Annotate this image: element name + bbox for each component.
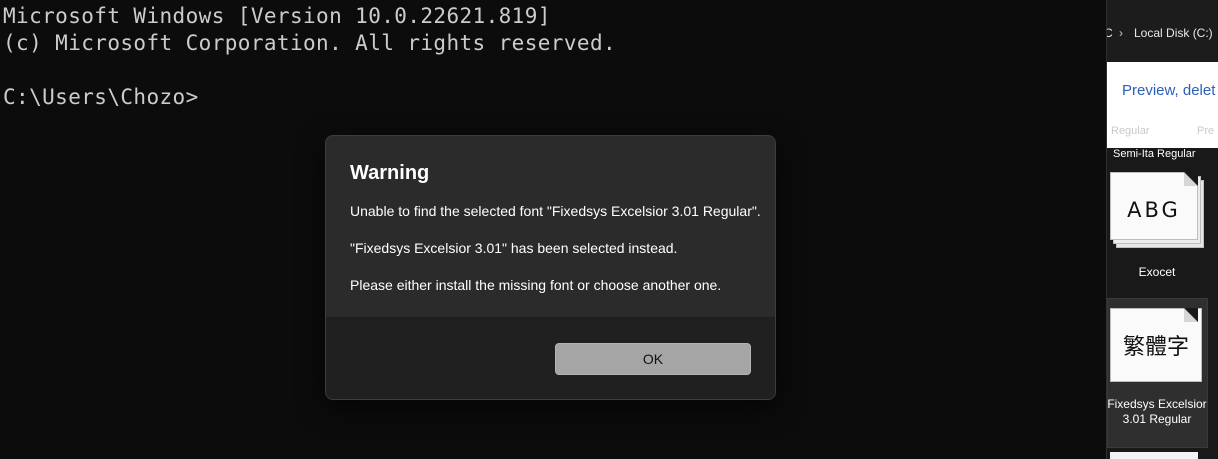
dialog-message-instruction: Please either install the missing font o… [350,277,722,293]
dialog-content: Warning Unable to find the selected font… [326,136,775,317]
font-file-icon[interactable] [1110,452,1198,459]
column-header-preview[interactable]: Pre [1197,125,1214,137]
preview-banner: Preview, delet Regular Pre [1107,62,1218,148]
address-bar[interactable]: C › Local Disk (C:) [1107,0,1218,62]
column-header-regular[interactable]: Regular [1111,125,1150,137]
terminal-prompt[interactable]: C:\Users\Chozo> [3,84,199,111]
font-item-label[interactable]: Fixedsys Excelsior 3.01 Regular [1107,397,1207,427]
chevron-right-icon: › [1119,26,1123,40]
font-sample-text: ABG [1127,198,1181,222]
terminal-copyright-line: (c) Microsoft Corporation. All rights re… [3,31,617,55]
font-item-label[interactable]: Semi-Ita Regular [1113,148,1196,160]
terminal-version-line: Microsoft Windows [Version 10.0.22621.81… [3,4,551,28]
dialog-footer: OK [326,317,775,399]
file-explorer-panel: C › Local Disk (C:) Preview, delet Regul… [1106,0,1218,459]
ok-button[interactable]: OK [555,343,751,375]
breadcrumb-prev[interactable]: C [1107,26,1113,40]
dialog-message-font-substituted: "Fixedsys Excelsior 3.01" has been selec… [350,240,678,256]
dialog-message-font-missing: Unable to find the selected font "Fixeds… [350,203,761,219]
font-sample-text: 繁體字 [1122,335,1189,360]
font-item-label[interactable]: Exocet [1107,265,1207,279]
preview-delete-link[interactable]: Preview, delet [1122,82,1215,99]
breadcrumb-current[interactable]: Local Disk (C:) [1134,26,1213,40]
font-file-icon[interactable]: ABG [1110,172,1204,248]
font-file-icon[interactable]: 繁體字 [1110,308,1202,382]
dialog-title: Warning [350,162,430,184]
warning-dialog: Warning Unable to find the selected font… [325,135,776,400]
column-header-row: Regular Pre [1107,119,1218,146]
